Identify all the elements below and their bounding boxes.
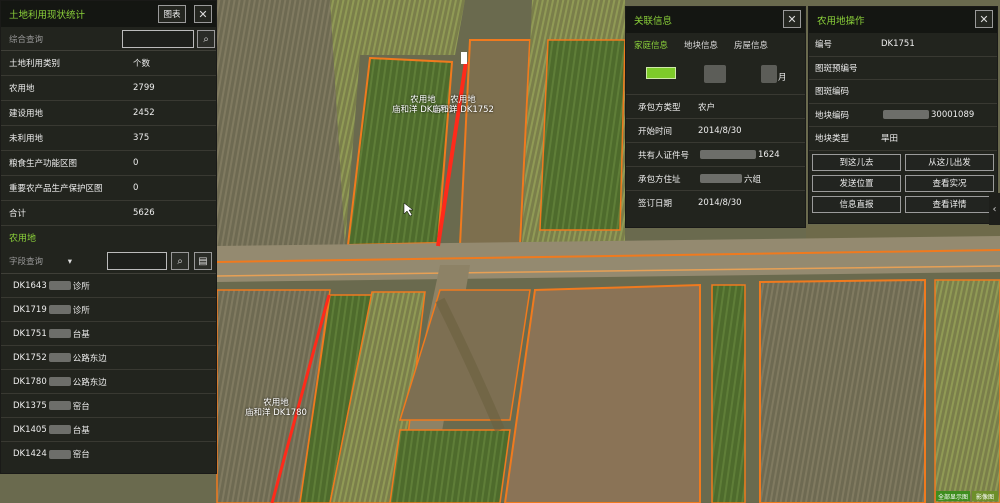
view-details-button[interactable]: 查看详情 <box>905 195 994 213</box>
info-row: 共有人证件号 1624 <box>626 143 805 167</box>
info-row: 签订日期 2014/8/30 <box>638 198 742 209</box>
ops-row: 图斑预编号 <box>809 57 997 80</box>
parcel-label: 农用地 庙和洋 DK1752 <box>432 95 494 115</box>
ops-row: 图斑编码 <box>809 80 997 104</box>
panel-title: 关联信息 <box>626 7 805 33</box>
panel-title: 农用地操作 <box>809 7 997 33</box>
info-row: 承包方类型 农户 <box>626 95 805 119</box>
info-tabs: 家庭信息 地块信息 房屋信息 <box>626 33 805 57</box>
stats-total-row: 合计 5626 <box>1 201 216 226</box>
redacted-thumbnail <box>761 65 777 83</box>
ops-row: 地块类型 旱田 <box>809 127 997 151</box>
view-live-button[interactable]: 查看实况 <box>905 174 994 192</box>
tab-house[interactable]: 房屋信息 <box>734 39 768 51</box>
list-item[interactable]: DK1424 窑台 <box>1 442 216 466</box>
section-title: 农用地 <box>9 233 37 244</box>
chart-button[interactable]: 图表 <box>158 5 186 23</box>
search-icon[interactable]: ⌕ <box>197 30 215 48</box>
stats-row: 农用地 2799 <box>1 76 216 101</box>
close-icon[interactable]: ✕ <box>194 5 212 23</box>
close-icon[interactable]: ✕ <box>975 10 993 28</box>
ops-row: 编号 DK1751 <box>809 33 997 57</box>
list-item[interactable]: DK1752 公路东边 <box>1 346 216 370</box>
search-icon[interactable]: ⌕ <box>171 252 189 270</box>
parcel-label: 农用地 庙和洋 DK1780 <box>245 398 307 418</box>
info-row: 承包方住址 六组 <box>626 167 805 191</box>
field-search-row: 字段查询 ▾ ⌕ ▤ <box>1 248 216 274</box>
field-search-input[interactable] <box>107 252 167 270</box>
send-location-button[interactable]: 发送位置 <box>812 174 901 192</box>
stats-row: 重要农产品生产保护区图 0 <box>1 176 216 201</box>
caret-down-icon: ▾ <box>67 256 72 267</box>
thumbnail-text: 月 <box>778 73 787 83</box>
list-item[interactable]: DK1751 台基 <box>1 322 216 346</box>
imagery-button[interactable]: 影像图 <box>972 491 998 501</box>
search-row: 综合查询 ⌕ <box>1 27 216 51</box>
list-item[interactable]: DK1780 公路东边 <box>1 370 216 394</box>
start-here-button[interactable]: 从这儿出发 <box>905 153 994 171</box>
field-select[interactable]: 字段查询 ▾ <box>9 255 72 267</box>
image-row: 月 <box>626 57 805 95</box>
search-input[interactable] <box>122 30 194 48</box>
stats-row: 未利用地 375 <box>1 126 216 151</box>
ops-row: 地块编码 30001089 <box>809 104 997 127</box>
tab-parcel[interactable]: 地块信息 <box>684 39 718 51</box>
search-label: 综合查询 <box>9 34 44 45</box>
list-item[interactable]: DK1375 窑台 <box>1 394 216 418</box>
go-here-button[interactable]: 到这儿去 <box>812 153 901 171</box>
redacted-thumbnail <box>704 65 726 83</box>
land-stats-panel: 土地利用现状统计 图表 ✕ 综合查询 ⌕ 土地利用类别 个数 农用地 2799 建… <box>0 0 217 474</box>
farmland-ops-panel: 农用地操作 ✕ 编号 DK1751 图斑预编号 图斑编码 地块编码 30001089… <box>808 6 998 224</box>
close-icon[interactable]: ✕ <box>783 10 801 28</box>
list-item[interactable]: DK1719 诊所 <box>1 298 216 322</box>
stats-header-row: 土地利用类别 个数 <box>1 51 216 76</box>
info-row: 开始时间 2014/8/30 <box>626 119 805 143</box>
document-thumbnail[interactable] <box>646 67 676 79</box>
ops-buttons: 到这儿去 从这儿出发 发送位置 查看实况 信息直报 查看详情 <box>809 151 997 213</box>
stats-row: 粮食生产功能区图 0 <box>1 151 216 176</box>
stats-row: 建设用地 2452 <box>1 101 216 126</box>
list-item[interactable]: DK1405 台基 <box>1 418 216 442</box>
report-info-button[interactable]: 信息直报 <box>812 195 901 213</box>
list-item[interactable]: DK1643 诊所 <box>1 274 216 298</box>
collapse-tab[interactable]: ‹ <box>989 193 1000 225</box>
show-all-button[interactable]: 全部显示图 <box>936 491 970 501</box>
export-icon[interactable]: ▤ <box>194 252 212 270</box>
tab-family[interactable]: 家庭信息 <box>634 39 668 51</box>
related-info-panel: 关联信息 ✕ 家庭信息 地块信息 房屋信息 月 承包方类型 农户 开始时间 2014… <box>625 6 806 228</box>
